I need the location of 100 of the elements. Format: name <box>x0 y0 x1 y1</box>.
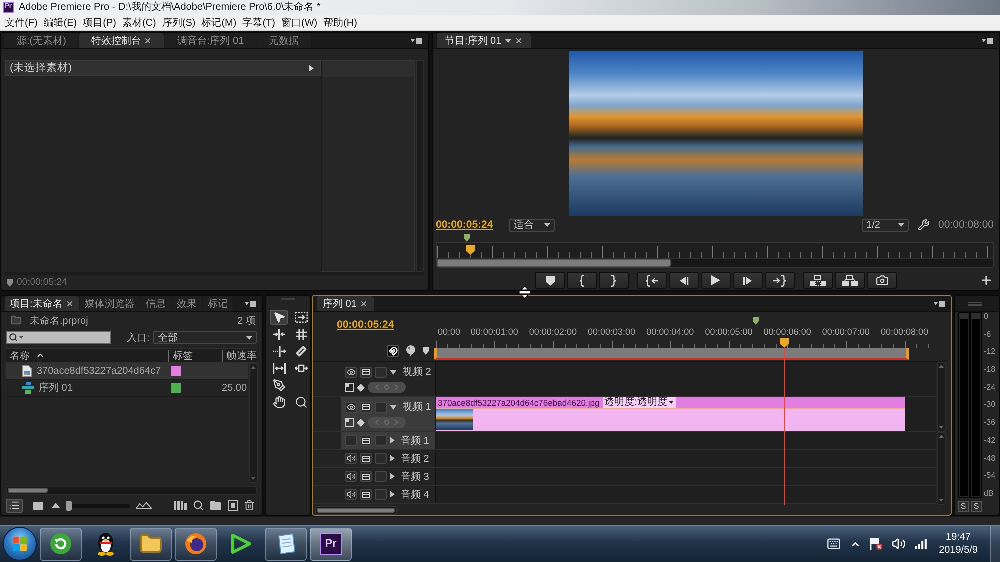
horizontal-scrollbar[interactable] <box>437 258 993 267</box>
close-icon[interactable] <box>144 36 152 44</box>
taskbar-app-button[interactable]: Pr <box>310 528 352 560</box>
caret-right-icon[interactable] <box>390 491 395 498</box>
signal-bars-icon[interactable] <box>915 539 928 549</box>
solo-button[interactable]: S <box>958 501 969 512</box>
lift-button[interactable] <box>803 272 833 289</box>
sync-lock-toggle[interactable] <box>360 402 372 412</box>
menu-item[interactable]: 素材(C) <box>119 15 160 30</box>
close-icon[interactable] <box>514 36 523 44</box>
box-corner-icon[interactable] <box>345 418 354 427</box>
menu-item[interactable]: 项目(P) <box>80 15 120 30</box>
scroll-thumb[interactable] <box>437 259 671 267</box>
search-icon[interactable] <box>193 500 204 511</box>
panel-tab[interactable]: 元数据 <box>257 33 312 48</box>
step-forward-button[interactable] <box>733 272 763 289</box>
menu-item[interactable]: 窗口(W) <box>278 15 321 30</box>
sync-lock-toggle[interactable] <box>360 489 372 500</box>
caret-down-icon[interactable] <box>390 370 397 374</box>
taskbar-app-button[interactable] <box>265 528 307 560</box>
caret-right-icon[interactable] <box>390 473 395 480</box>
extract-button[interactable] <box>835 272 865 289</box>
vertical-scrollbar[interactable] <box>937 362 946 432</box>
playhead[interactable] <box>780 338 789 348</box>
entry-dropdown[interactable]: 全部 <box>152 331 257 344</box>
solo-button[interactable]: S <box>971 501 982 512</box>
add-marker-button[interactable] <box>535 272 565 289</box>
resolution-dropdown[interactable]: 1/2 <box>862 218 909 232</box>
diamond-icon[interactable] <box>357 418 365 426</box>
search-field[interactable] <box>6 331 111 344</box>
track-header[interactable]: 音频 2 <box>341 450 435 467</box>
vertical-scrollbar[interactable] <box>937 432 946 505</box>
play-button[interactable] <box>701 272 731 289</box>
view-button[interactable] <box>6 498 23 512</box>
close-icon[interactable] <box>66 300 74 308</box>
lock-toggle[interactable] <box>375 489 387 500</box>
current-timecode[interactable]: 00:00:05:24 <box>337 319 429 331</box>
tool-button[interactable] <box>270 310 288 325</box>
go-to-out-button[interactable] <box>765 272 795 289</box>
track-output-toggle[interactable] <box>345 366 357 378</box>
scroll-thumb[interactable] <box>317 508 395 512</box>
panel-menu-icon[interactable] <box>934 300 945 306</box>
pin-icon[interactable] <box>406 345 416 357</box>
video-clip[interactable]: 370ace8df53227a204d64c76ebad4620.jpg 透明度:透明度 <box>436 397 905 431</box>
vertical-scrollbar[interactable] <box>249 363 258 483</box>
go-to-in-button[interactable] <box>637 272 667 289</box>
column-header[interactable]: 帧速率 <box>222 350 257 362</box>
menu-item[interactable]: 字幕(T) <box>240 15 278 30</box>
export-frame-button[interactable] <box>867 272 897 289</box>
lock-toggle[interactable] <box>375 366 387 378</box>
taskbar-app-button[interactable] <box>130 528 172 560</box>
track-header[interactable]: 视频 1 <box>341 397 435 431</box>
box-corner-icon[interactable] <box>345 383 354 392</box>
menu-item[interactable]: 标记(M) <box>198 15 240 30</box>
lock-toggle[interactable] <box>375 453 387 464</box>
sync-lock-toggle[interactable] <box>360 471 372 482</box>
column-header[interactable]: 标签 <box>168 350 193 362</box>
mark-in-button[interactable] <box>567 272 597 289</box>
panel-tab[interactable]: 调音台:序列 01 <box>165 33 256 48</box>
framed-square-icon[interactable] <box>228 500 238 511</box>
tool-button[interactable] <box>292 310 310 325</box>
panel-tab[interactable]: 节目:序列 01 <box>437 33 531 48</box>
plus-icon[interactable] <box>980 274 993 287</box>
sync-lock-toggle[interactable] <box>360 435 372 446</box>
show-desktop-button[interactable] <box>990 526 1000 562</box>
playhead[interactable] <box>466 245 475 255</box>
track-header[interactable]: 视频 2 <box>341 362 435 396</box>
sync-lock-toggle[interactable] <box>360 453 372 464</box>
menu-item[interactable]: 文件(F) <box>2 15 41 30</box>
menu-item[interactable]: 帮助(H) <box>320 15 360 30</box>
column-header[interactable]: 名称 <box>6 350 45 362</box>
caret-down-icon[interactable] <box>390 404 397 410</box>
panel-menu-icon[interactable] <box>245 300 256 306</box>
caret-right-icon[interactable] <box>390 455 395 462</box>
panel-menu-icon[interactable] <box>411 38 422 44</box>
columns-icon[interactable] <box>174 501 187 510</box>
lock-toggle[interactable] <box>375 435 387 446</box>
step-back-button[interactable] <box>669 272 699 289</box>
keyboard-icon[interactable] <box>827 537 842 551</box>
slider-thumb[interactable] <box>66 500 72 510</box>
panel-tab[interactable]: 特效控制台 <box>79 33 164 48</box>
taskbar-app-button[interactable] <box>40 528 82 560</box>
track-header[interactable]: 音频 1 <box>341 432 435 449</box>
caret-down-icon[interactable] <box>504 38 512 42</box>
track-output-toggle[interactable] <box>345 453 357 464</box>
current-timecode[interactable]: 00:00:05:24 <box>436 219 494 231</box>
panel-tab[interactable]: 标记 <box>202 296 233 311</box>
folder-icon[interactable] <box>210 500 222 512</box>
track-output-toggle[interactable] <box>345 489 357 500</box>
trash-icon[interactable] <box>244 500 255 511</box>
panel-menu-icon[interactable] <box>982 38 993 44</box>
track-output-toggle[interactable] <box>345 471 357 482</box>
scroll-thumb[interactable] <box>8 488 48 493</box>
triangle-right-icon[interactable] <box>309 64 314 72</box>
mark-out-button[interactable] <box>599 272 629 289</box>
horizontal-scrollbar[interactable] <box>315 506 397 514</box>
project-item[interactable]: 序列 01 25.00 <box>6 380 248 397</box>
caret-right-icon[interactable] <box>390 437 395 444</box>
diamond-icon[interactable] <box>357 384 365 392</box>
taskbar-app-button[interactable] <box>175 528 217 560</box>
